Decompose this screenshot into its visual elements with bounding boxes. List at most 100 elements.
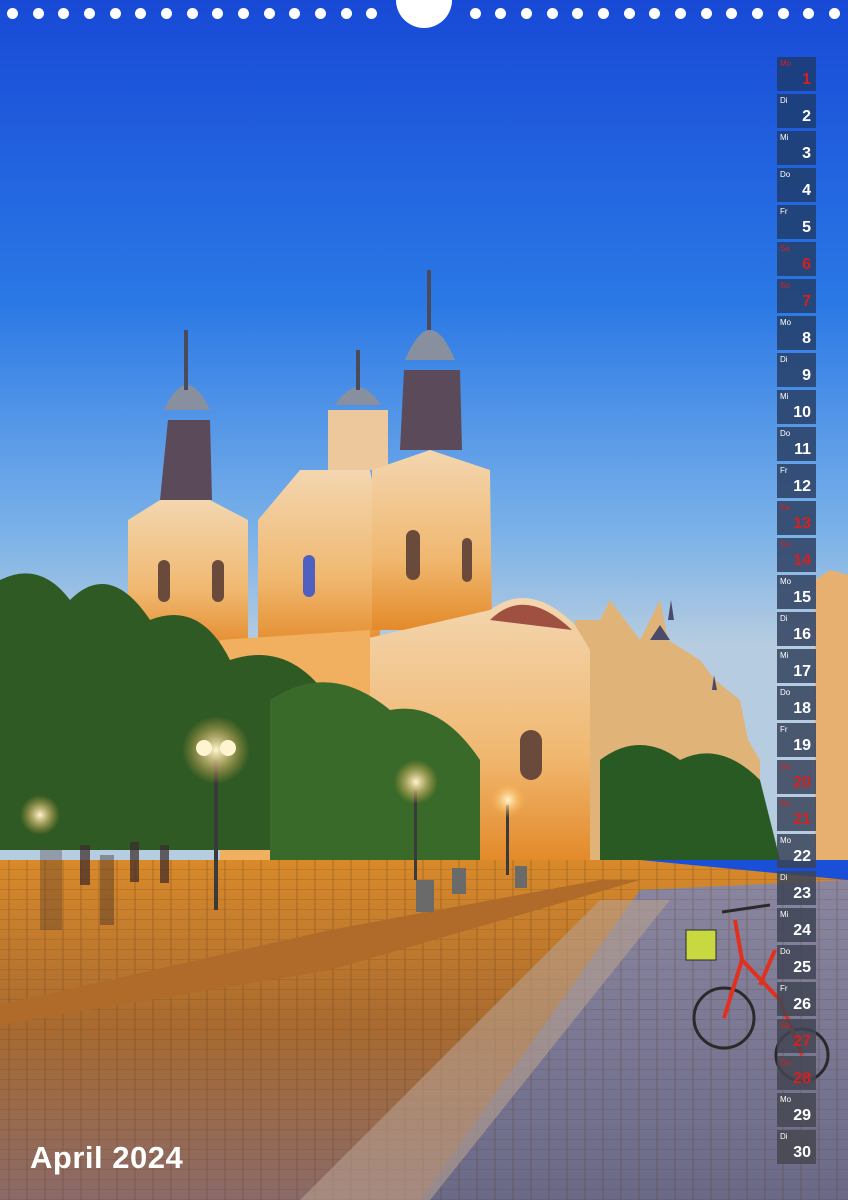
day-cell: Di 23 (777, 871, 816, 905)
weekday-label: Mi (780, 392, 789, 401)
day-cell: Mo 22 (777, 834, 816, 868)
weekday-label: Mo (780, 318, 792, 327)
binding-hole (675, 8, 686, 19)
weekday-label: Do (780, 947, 791, 956)
weekday-label: Di (780, 1132, 788, 1141)
day-cell: Do 18 (777, 686, 816, 720)
day-number: 2 (802, 108, 811, 125)
weekday-label: So (780, 540, 790, 549)
day-cell: Mi 17 (777, 649, 816, 683)
day-number: 17 (793, 663, 811, 680)
calendar-photo (0, 0, 848, 1200)
day-number: 15 (793, 589, 811, 606)
day-number: 19 (793, 737, 811, 754)
weekday-label: Sa (780, 244, 790, 253)
binding-hole (58, 8, 69, 19)
day-number: 27 (793, 1033, 811, 1050)
day-number: 22 (793, 848, 811, 865)
binding-hole (33, 8, 44, 19)
day-number: 18 (793, 700, 811, 717)
weekday-label: Sa (780, 503, 790, 512)
hanger-notch (396, 0, 452, 28)
day-number: 21 (793, 811, 811, 828)
day-number: 28 (793, 1070, 811, 1087)
weekday-label: So (780, 1058, 790, 1067)
weekday-label: Fr (780, 466, 788, 475)
day-number: 11 (794, 441, 811, 458)
binding-hole (264, 8, 275, 19)
day-cell: Do 4 (777, 168, 816, 202)
day-number: 24 (793, 922, 811, 939)
day-cell: Sa 6 (777, 242, 816, 276)
weekday-label: Fr (780, 207, 788, 216)
day-cell: Mo 8 (777, 316, 816, 350)
day-cell: Do 25 (777, 945, 816, 979)
day-number: 4 (802, 182, 811, 199)
binding-hole (547, 8, 558, 19)
day-cell: Do 11 (777, 427, 816, 461)
binding-hole (289, 8, 300, 19)
day-cell: Sa 27 (777, 1019, 816, 1053)
weekday-label: Fr (780, 984, 788, 993)
binding-hole (572, 8, 583, 19)
weekday-label: Mi (780, 133, 789, 142)
day-number: 20 (793, 774, 811, 791)
day-number: 9 (802, 367, 811, 384)
binding-hole (366, 8, 377, 19)
day-number: 26 (793, 996, 811, 1013)
binding-hole (598, 8, 609, 19)
binding-hole (84, 8, 95, 19)
weekday-label: Di (780, 96, 788, 105)
binding-hole (701, 8, 712, 19)
binding-hole (521, 8, 532, 19)
binding-hole (726, 8, 737, 19)
day-number: 3 (802, 145, 811, 162)
day-cell: Mi 3 (777, 131, 816, 165)
day-cell: Mo 1 (777, 57, 816, 91)
binding-hole (110, 8, 121, 19)
binding-hole (212, 8, 223, 19)
day-cell: Fr 19 (777, 723, 816, 757)
weekday-label: Do (780, 429, 791, 438)
day-number: 30 (793, 1144, 811, 1161)
weekday-label: Mi (780, 651, 789, 660)
day-cell: Mi 10 (777, 390, 816, 424)
day-number: 29 (793, 1107, 811, 1124)
weekday-label: Di (780, 873, 788, 882)
binding-hole (649, 8, 660, 19)
binding-hole (778, 8, 789, 19)
day-number: 8 (802, 330, 811, 347)
day-number: 6 (802, 256, 811, 273)
day-number: 10 (793, 404, 811, 421)
month-title: April 2024 (30, 1140, 184, 1175)
binding-hole (803, 8, 814, 19)
day-cell: Di 2 (777, 94, 816, 128)
binding-hole (829, 8, 840, 19)
day-cell: Mo 15 (777, 575, 816, 609)
binding-hole (161, 8, 172, 19)
binding-hole (135, 8, 146, 19)
weekday-label: Mo (780, 577, 792, 586)
binding-hole (470, 8, 481, 19)
day-number: 13 (793, 515, 811, 532)
weekday-label: Do (780, 688, 791, 697)
weekday-label: Mo (780, 59, 792, 68)
weekday-label: Mo (780, 1095, 792, 1104)
day-number: 1 (802, 71, 811, 88)
weekday-label: Sa (780, 762, 790, 771)
weekday-label: Di (780, 355, 788, 364)
day-cell: So 28 (777, 1056, 816, 1090)
weekday-label: Sa (780, 1021, 790, 1030)
day-cell: Fr 26 (777, 982, 816, 1016)
day-column: Mo 1 Di 2 Mi 3 Do 4 Fr 5 Sa 6 So 7 Mo 8 Di 9 Mi 10 Do 11 Fr 12 S… (777, 57, 816, 1167)
day-cell: Fr 5 (777, 205, 816, 239)
day-number: 14 (793, 552, 811, 569)
binding-hole (752, 8, 763, 19)
weekday-label: So (780, 281, 790, 290)
day-cell: Mo 29 (777, 1093, 816, 1127)
binding-hole (187, 8, 198, 19)
binding-hole (315, 8, 326, 19)
day-number: 16 (793, 626, 811, 643)
weekday-label: Fr (780, 725, 788, 734)
day-number: 7 (802, 293, 811, 310)
